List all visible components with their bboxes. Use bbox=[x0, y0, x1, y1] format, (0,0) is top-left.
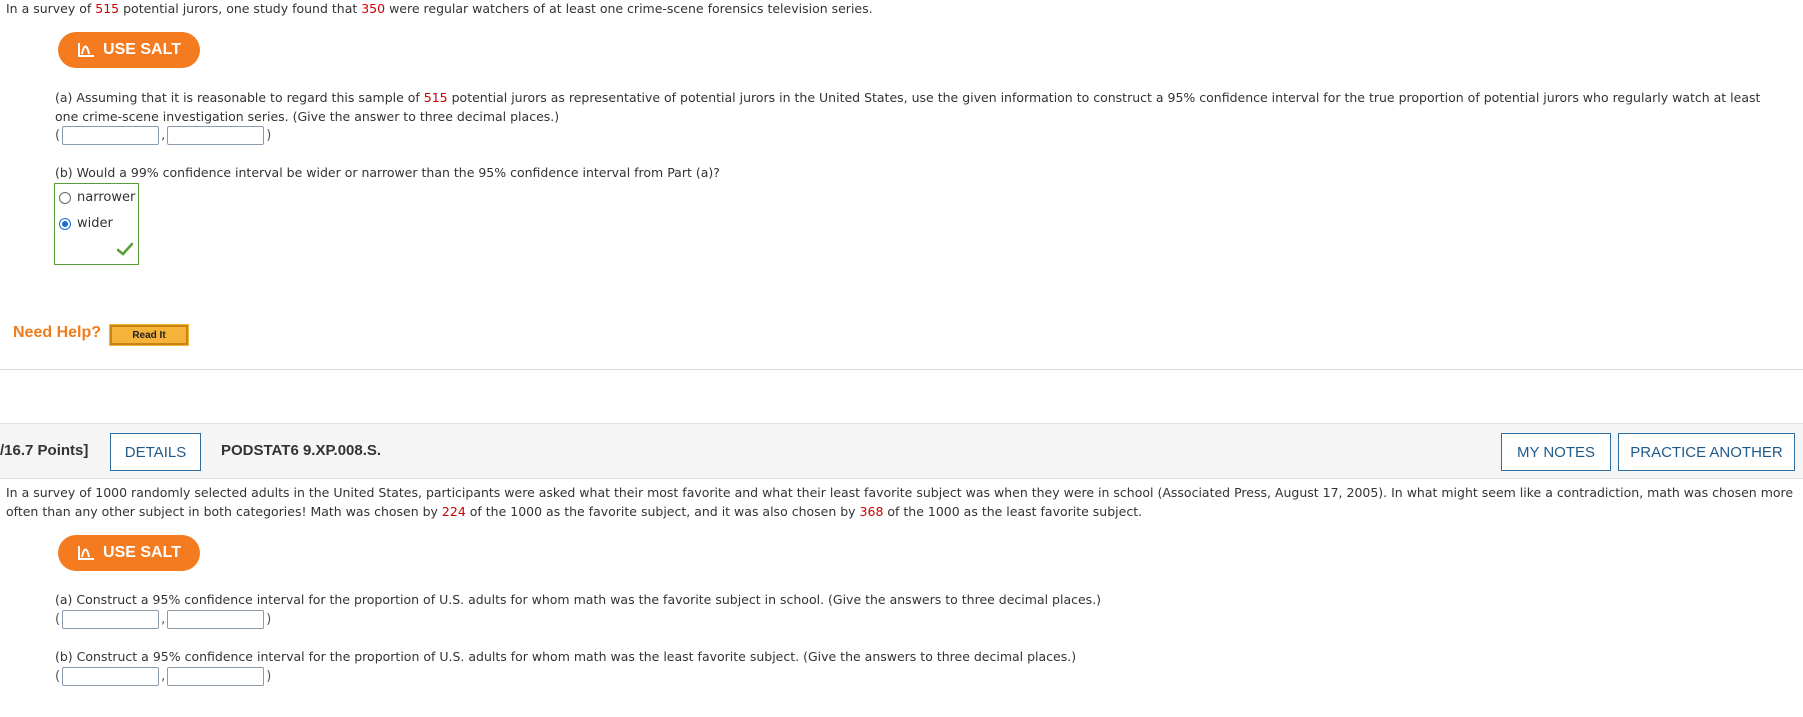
q1-part-a-text: (a) Assuming that it is reasonable to re… bbox=[55, 90, 424, 105]
salt-chart-icon bbox=[78, 546, 95, 560]
option-narrower[interactable]: narrower bbox=[59, 190, 135, 205]
option-label: narrower bbox=[77, 190, 136, 205]
q2b-lower-bound-input[interactable] bbox=[62, 667, 160, 686]
interval-open-paren: ( bbox=[55, 128, 61, 143]
interval-open-paren: ( bbox=[55, 612, 61, 627]
q2-part-a-interval: ( , ) bbox=[55, 610, 271, 629]
details-button[interactable]: DETAILS bbox=[110, 433, 201, 471]
q2-part-b-interval: ( , ) bbox=[55, 667, 271, 686]
q1-sample-size: 515 bbox=[95, 1, 120, 16]
q1-intro-text: potential jurors, one study found that bbox=[119, 1, 362, 16]
option-label: wider bbox=[77, 216, 113, 231]
points-label: /16.7 Points] bbox=[0, 442, 89, 459]
interval-separator: , bbox=[161, 669, 166, 684]
q1-interval-answer: ( , ) bbox=[55, 126, 271, 145]
interval-separator: , bbox=[161, 128, 166, 143]
need-help-label: Need Help? bbox=[13, 324, 102, 341]
q1-intro-text: In a survey of bbox=[6, 1, 96, 16]
q1-success-count: 350 bbox=[361, 1, 386, 16]
question-header-bar: /16.7 Points] DETAILS PODSTAT6 9.XP.008.… bbox=[0, 423, 1803, 479]
interval-close-paren: ) bbox=[266, 128, 272, 143]
radio-wider-selected[interactable] bbox=[59, 217, 71, 230]
interval-open-paren: ( bbox=[55, 669, 61, 684]
read-it-button[interactable]: Read It bbox=[109, 324, 189, 346]
q2-intro-text: of the 1000 as the favorite subject, and… bbox=[465, 504, 860, 519]
use-salt-button[interactable]: USE SALT bbox=[58, 32, 200, 68]
q2-intro-text: of the 1000 as the least favorite subjec… bbox=[883, 504, 1143, 519]
my-notes-button[interactable]: MY NOTES bbox=[1501, 433, 1611, 471]
q1-upper-bound-input[interactable] bbox=[167, 126, 265, 145]
q1-intro: In a survey of 515 potential jurors, one… bbox=[6, 0, 873, 18]
section-divider bbox=[0, 369, 1803, 370]
q2-intro: In a survey of 1000 randomly selected ad… bbox=[6, 483, 1796, 521]
q2-part-a-prompt: (a) Construct a 95% confidence interval … bbox=[55, 592, 1102, 607]
interval-close-paren: ) bbox=[266, 669, 272, 684]
interval-separator: , bbox=[161, 612, 166, 627]
salt-chart-icon bbox=[78, 43, 95, 57]
interval-close-paren: ) bbox=[266, 612, 272, 627]
q1-intro-text: were regular watchers of at least one cr… bbox=[385, 1, 873, 16]
q1-part-b-prompt: (b) Would a 99% confidence interval be w… bbox=[55, 165, 720, 180]
q2-favorite-count: 224 bbox=[441, 504, 466, 519]
option-wider[interactable]: wider bbox=[59, 216, 113, 231]
q1-part-a-prompt: (a) Assuming that it is reasonable to re… bbox=[55, 88, 1775, 126]
q1-part-b-options: narrower wider bbox=[54, 183, 139, 265]
q2b-upper-bound-input[interactable] bbox=[167, 667, 265, 686]
use-salt-button[interactable]: USE SALT bbox=[58, 535, 200, 571]
use-salt-label: USE SALT bbox=[103, 544, 181, 561]
q1-lower-bound-input[interactable] bbox=[62, 126, 160, 145]
practice-another-button[interactable]: PRACTICE ANOTHER bbox=[1618, 433, 1795, 471]
use-salt-label: USE SALT bbox=[103, 41, 181, 58]
q2-part-b-prompt: (b) Construct a 95% confidence interval … bbox=[55, 649, 1077, 664]
question-code: PODSTAT6 9.XP.008.S. bbox=[221, 442, 382, 459]
q2a-lower-bound-input[interactable] bbox=[62, 610, 160, 629]
radio-narrower[interactable] bbox=[59, 191, 71, 204]
q1-part-a-sample-size: 515 bbox=[423, 90, 448, 105]
q2a-upper-bound-input[interactable] bbox=[167, 610, 265, 629]
checkmark-icon bbox=[117, 242, 133, 256]
q2-least-favorite-count: 368 bbox=[859, 504, 884, 519]
